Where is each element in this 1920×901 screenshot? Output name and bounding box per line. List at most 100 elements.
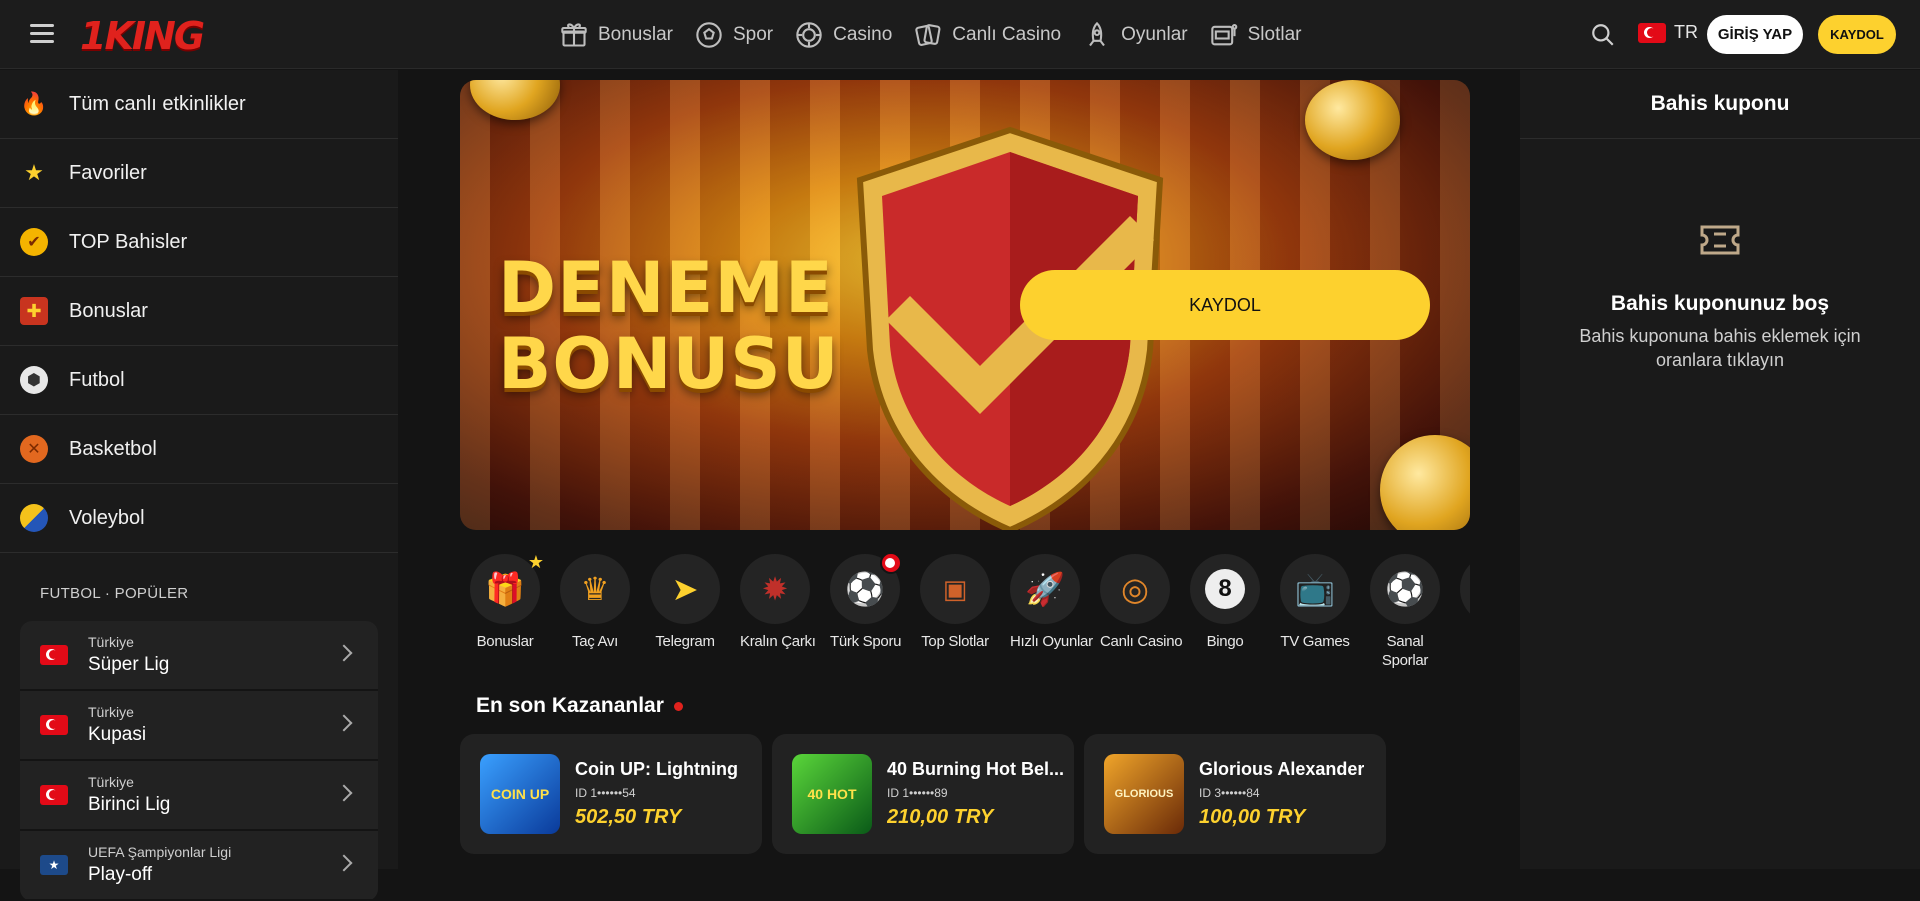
nav-item-label: Canlı Casino xyxy=(952,23,1062,45)
league-name: Play-off xyxy=(88,864,153,885)
category-tournament[interactable]: Tu xyxy=(1460,554,1470,674)
winners-title: En son Kazananlar xyxy=(476,694,683,718)
league-name: Kupasi xyxy=(88,724,147,745)
category-top-slotlar[interactable]: ▣ Top Slotlar xyxy=(920,554,990,674)
league-item[interactable]: Türkiye Birinci Lig xyxy=(20,761,378,831)
category-kralin-carki[interactable]: ✹ Kralın Çarkı xyxy=(740,554,816,674)
rocket-icon: 🚀 xyxy=(1010,554,1080,624)
sidebar-item-volleyball[interactable]: Voleybol xyxy=(0,484,398,553)
nav-item-label: Oyunlar xyxy=(1121,23,1188,45)
chevron-right-icon xyxy=(335,644,353,662)
category-label: Türk Sporu xyxy=(830,633,902,650)
category-turk-sporu[interactable]: ⚽ Türk Sporu xyxy=(830,554,902,674)
nav-item-label: Spor xyxy=(733,23,774,45)
banner-title-line2: BONUSU xyxy=(498,323,840,405)
treasure-chest-icon: ▣ xyxy=(920,554,990,624)
league-item[interactable]: Türkiye Kupasi xyxy=(20,691,378,761)
nav-item-casino[interactable]: Casino xyxy=(795,21,892,49)
wheel-icon: ✹ xyxy=(740,554,810,624)
top-bar: 1KING Bonuslar Spor Casino Canlı Casino … xyxy=(0,0,1920,69)
star-icon: ★ xyxy=(24,160,44,185)
winner-card[interactable]: GLORIOUS Glorious Alexander ID 3••••••84… xyxy=(1084,734,1386,854)
turkey-flag-icon xyxy=(40,785,68,805)
login-button[interactable]: GİRİŞ YAP xyxy=(1707,15,1803,54)
chevron-right-icon xyxy=(335,784,353,802)
winner-amount: 210,00 TRY xyxy=(887,806,994,828)
category-label: Telegram xyxy=(655,633,715,650)
category-strip: 🎁 ★ Bonuslar ♛ Taç Avı ➤ Telegram ✹ Kral… xyxy=(460,554,1470,674)
register-button[interactable]: KAYDOL xyxy=(1818,15,1896,54)
winner-card[interactable]: COIN UP Coin UP: Lightning ID 1••••••54 … xyxy=(460,734,762,854)
category-label: Bonuslar xyxy=(476,633,534,650)
league-item[interactable]: Türkiye Süper Lig xyxy=(20,621,378,691)
logo[interactable]: 1KING xyxy=(80,14,205,58)
tv-icon: 📺 xyxy=(1280,554,1350,624)
category-hizli-oyunlar[interactable]: 🚀 Hızlı Oyunlar xyxy=(1010,554,1093,674)
category-bonuslar[interactable]: 🎁 ★ Bonuslar xyxy=(470,554,544,674)
league-name: Süper Lig xyxy=(88,654,170,675)
bet-slip-empty-hint: Bahis kuponuna bahis eklemek için oranla… xyxy=(1579,326,1861,370)
category-tv-games[interactable]: 📺 TV Games xyxy=(1280,554,1350,674)
fire-icon: 🔥 xyxy=(20,91,48,116)
casino-chip-icon xyxy=(796,21,822,48)
category-label: Bingo xyxy=(1206,633,1244,650)
sidebar-item-basketball[interactable]: ✕ Basketbol xyxy=(0,415,398,484)
nav-item-slotlar[interactable]: Slotlar xyxy=(1210,21,1301,49)
sidebar-item-label: TOP Bahisler xyxy=(69,230,188,253)
sidebar-item-top-bets[interactable]: ✔ TOP Bahisler xyxy=(0,208,398,277)
sidebar-item-label: Tüm canlı etkinlikler xyxy=(69,92,246,115)
sidebar-item-label: Basketbol xyxy=(69,437,157,460)
nav-item-canli-casino[interactable]: Canlı Casino xyxy=(914,21,1061,49)
sidebar-item-football[interactable]: ⬢ Futbol xyxy=(0,346,398,415)
category-bingo[interactable]: 8 Bingo xyxy=(1190,554,1260,674)
basketball-icon: ✕ xyxy=(20,435,48,463)
sidebar-item-favorites[interactable]: ★ Favoriler xyxy=(0,139,398,208)
league-country: Türkiye xyxy=(88,774,134,790)
roulette-icon: ◎ xyxy=(1100,554,1170,624)
nav-item-label: Bonuslar xyxy=(598,23,673,45)
category-canli-casino[interactable]: ◎ Canlı Casino xyxy=(1100,554,1183,674)
sidebar-item-live[interactable]: 🔥 Tüm canlı etkinlikler xyxy=(0,70,398,139)
league-country: UEFA Şampiyonlar Ligi xyxy=(88,844,232,860)
sidebar-item-label: Favoriler xyxy=(69,161,147,184)
league-item[interactable]: ★ UEFA Şampiyonlar Ligi Play-off xyxy=(20,831,378,901)
league-name: Birinci Lig xyxy=(88,794,171,815)
winners-title-text: En son Kazananlar xyxy=(476,694,664,717)
category-label: Canlı Casino xyxy=(1100,633,1183,650)
coin-icon xyxy=(1305,80,1400,160)
category-sanal-sporlar[interactable]: ⚽ Sanal Sporlar xyxy=(1370,554,1440,674)
language-selector[interactable]: TR xyxy=(1638,22,1698,43)
menu-icon[interactable] xyxy=(30,24,54,44)
winner-game-name: Glorious Alexander xyxy=(1199,759,1365,779)
game-thumbnail: GLORIOUS xyxy=(1104,754,1184,834)
tournament-icon xyxy=(1460,554,1470,624)
category-telegram[interactable]: ➤ Telegram xyxy=(650,554,720,674)
category-tac-avi[interactable]: ♛ Taç Avı xyxy=(560,554,630,674)
promo-banner[interactable]: DENEME BONUSU KAYDOL xyxy=(460,80,1470,530)
winner-amount: 100,00 TRY xyxy=(1199,806,1306,828)
section-label: FUTBOL · POPÜLER xyxy=(40,585,189,602)
winner-amount: 502,50 TRY xyxy=(575,806,682,828)
turkey-flag-icon xyxy=(40,715,68,735)
nav-item-oyunlar[interactable]: Oyunlar xyxy=(1083,21,1188,49)
sidebar-item-bonuses[interactable]: ✚ Bonuslar xyxy=(0,277,398,346)
game-thumbnail: COIN UP xyxy=(480,754,560,834)
nav-item-spor[interactable]: Spor xyxy=(695,21,773,49)
league-country: Türkiye xyxy=(88,704,134,720)
winner-game-name: Coin UP: Lightning xyxy=(575,759,738,779)
main-content: DENEME BONUSU KAYDOL 🎁 ★ Bonuslar ♛ Taç … xyxy=(398,70,1520,869)
main-nav: Bonuslar Spor Casino Canlı Casino Oyunla… xyxy=(560,0,1301,69)
nav-item-bonuslar[interactable]: Bonuslar xyxy=(560,21,673,49)
nav-item-label: Casino xyxy=(833,23,893,45)
gift-icon xyxy=(561,22,587,47)
sidebar-item-label: Futbol xyxy=(69,368,125,391)
search-icon[interactable] xyxy=(1590,22,1616,48)
banner-register-button[interactable]: KAYDOL xyxy=(1020,270,1430,340)
winner-user-id: ID 1••••••54 xyxy=(575,786,636,800)
category-label: Taç Avı xyxy=(572,633,618,650)
banner-title: DENEME BONUSU xyxy=(498,250,840,402)
winner-card[interactable]: 40 HOT 40 Burning Hot Bel... ID 1••••••8… xyxy=(772,734,1074,854)
winner-user-id: ID 1••••••89 xyxy=(887,786,948,800)
category-label: TV Games xyxy=(1280,633,1350,650)
winner-user-id: ID 3••••••84 xyxy=(1199,786,1260,800)
